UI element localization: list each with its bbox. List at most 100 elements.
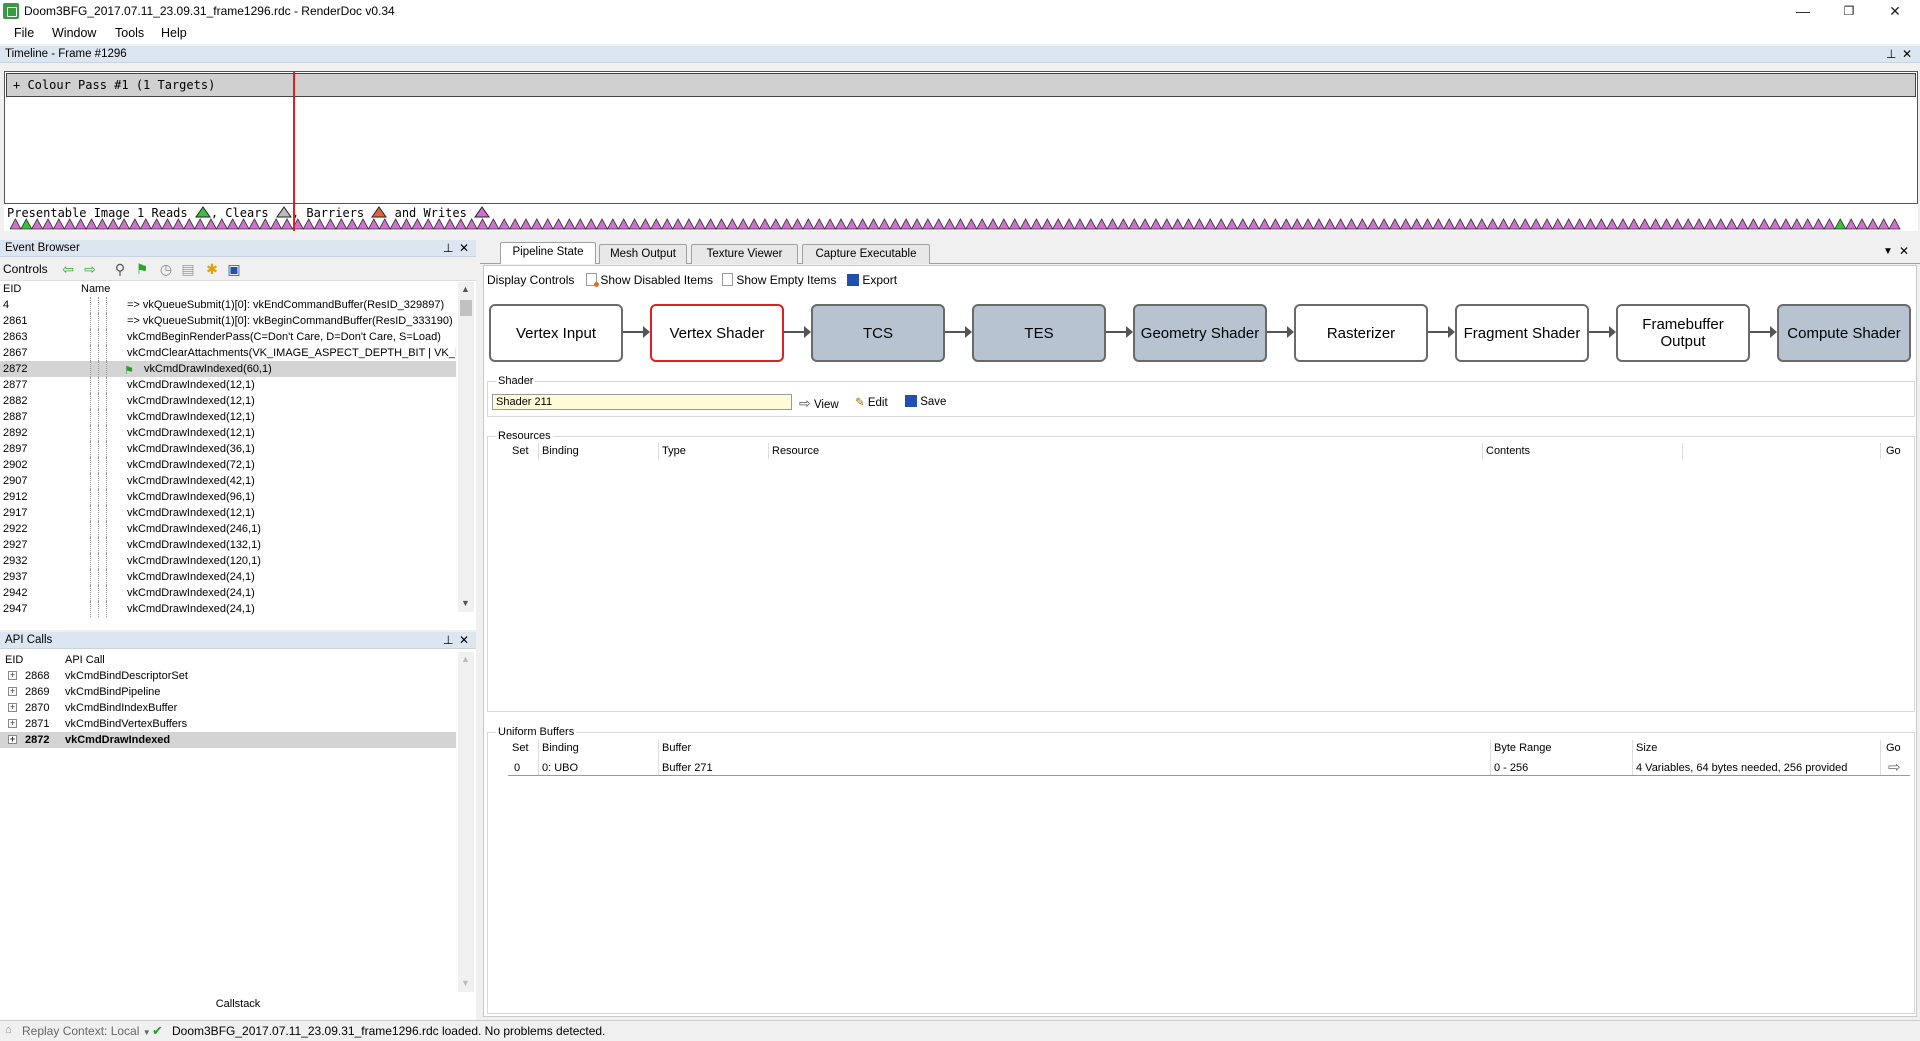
ubo-col-go[interactable]: Go bbox=[1886, 742, 1901, 754]
expand-plus-icon[interactable]: + bbox=[8, 735, 17, 744]
expand-plus-icon[interactable]: + bbox=[8, 687, 17, 696]
menu-file[interactable]: File bbox=[14, 26, 34, 40]
tab-mesh-output[interactable]: Mesh Output bbox=[599, 244, 687, 264]
event-row[interactable]: 2927 vkCmdDrawIndexed(132,1) bbox=[0, 537, 456, 553]
ubo-col-size[interactable]: Size bbox=[1636, 742, 1657, 754]
scroll-up-icon[interactable]: ▲ bbox=[461, 654, 470, 664]
event-row[interactable]: 2892 vkCmdDrawIndexed(12,1) bbox=[0, 425, 456, 441]
event-row[interactable]: 2907 vkCmdDrawIndexed(42,1) bbox=[0, 473, 456, 489]
close-icon[interactable]: ✕ bbox=[1902, 46, 1912, 63]
current-event-marker[interactable] bbox=[293, 71, 295, 231]
ubo-row[interactable]: 0 0: UBO Buffer 271 0 - 256 4 Variables, 64 … bbox=[508, 758, 1910, 776]
stage-fragment-shader[interactable]: Fragment Shader bbox=[1455, 304, 1589, 362]
forward-arrow-icon[interactable]: ⇨ bbox=[82, 261, 98, 277]
resources-col-resource[interactable]: Resource bbox=[772, 445, 819, 457]
name-column-header[interactable]: Name bbox=[81, 283, 110, 295]
show-disabled-toggle[interactable]: Show Disabled Items bbox=[586, 273, 713, 287]
back-arrow-icon[interactable]: ⇦ bbox=[60, 261, 76, 277]
event-row[interactable]: 4 => vkQueueSubmit(1)[0]: vkEndCommandBuf… bbox=[0, 297, 456, 313]
stage-geometry-shader[interactable]: Geometry Shader bbox=[1133, 304, 1267, 362]
ubo-col-buffer[interactable]: Buffer bbox=[662, 742, 691, 754]
stage-vertex-shader[interactable]: Vertex Shader bbox=[650, 304, 784, 362]
stage-framebuffer-output[interactable]: Framebuffer Output bbox=[1616, 304, 1750, 362]
menu-window[interactable]: Window bbox=[52, 26, 96, 40]
event-row[interactable]: 2942 vkCmdDrawIndexed(24,1) bbox=[0, 585, 456, 601]
api-call-row[interactable]: +2868 vkCmdBindDescriptorSet bbox=[0, 668, 456, 684]
find-icon[interactable]: ⚲ bbox=[112, 261, 128, 277]
resources-col-contents[interactable]: Contents bbox=[1486, 445, 1530, 457]
clock-icon[interactable]: ◷ bbox=[158, 261, 174, 277]
show-empty-toggle[interactable]: Show Empty Items bbox=[722, 273, 836, 287]
tab-texture-viewer[interactable]: Texture Viewer bbox=[691, 244, 798, 264]
scroll-down-icon[interactable]: ▼ bbox=[461, 598, 470, 608]
event-row[interactable]: 2863 vkCmdBeginRenderPass(C=Don't Care, D… bbox=[0, 329, 456, 345]
shader-name-field[interactable]: Shader 211 bbox=[492, 394, 792, 410]
event-row[interactable]: 2912 vkCmdDrawIndexed(96,1) bbox=[0, 489, 456, 505]
api-list-scrollbar[interactable]: ▲ ▼ bbox=[458, 652, 474, 992]
close-button[interactable]: ✕ bbox=[1872, 0, 1918, 22]
minimize-button[interactable]: — bbox=[1780, 0, 1826, 22]
event-row[interactable]: 2947 vkCmdDrawIndexed(24,1) bbox=[0, 601, 456, 617]
menu-help[interactable]: Help bbox=[161, 26, 187, 40]
eid-column-header[interactable]: EID bbox=[3, 283, 21, 295]
tab-close-icon[interactable]: ✕ bbox=[1899, 244, 1909, 258]
resources-col-set[interactable]: Set bbox=[512, 445, 529, 457]
replay-context-dropdown[interactable]: Replay Context: Local ▼ bbox=[22, 1024, 151, 1038]
event-row[interactable]: 2902 vkCmdDrawIndexed(72,1) bbox=[0, 457, 456, 473]
pin-icon[interactable]: ⊥ bbox=[443, 632, 453, 649]
expand-plus-icon[interactable]: + bbox=[8, 703, 17, 712]
bookmark-icon[interactable]: ⚑ bbox=[134, 261, 150, 277]
event-list-scrollbar[interactable]: ▲ ▼ bbox=[458, 282, 474, 612]
stage-compute-shader[interactable]: Compute Shader bbox=[1777, 304, 1911, 362]
resources-col-binding[interactable]: Binding bbox=[542, 445, 579, 457]
api-call-row[interactable]: +2870 vkCmdBindIndexBuffer bbox=[0, 700, 456, 716]
api-eid-column-header[interactable]: EID bbox=[5, 654, 23, 666]
document-icon[interactable]: ▤ bbox=[180, 261, 196, 277]
event-row[interactable]: 2882 vkCmdDrawIndexed(12,1) bbox=[0, 393, 456, 409]
api-call-row[interactable]: +2872 vkCmdDrawIndexed bbox=[0, 732, 456, 748]
resources-col-go[interactable]: Go bbox=[1886, 445, 1901, 457]
pin-icon[interactable]: ⊥ bbox=[1886, 46, 1896, 63]
api-call-column-header[interactable]: API Call bbox=[65, 654, 105, 666]
close-icon[interactable]: ✕ bbox=[459, 240, 469, 257]
menu-tools[interactable]: Tools bbox=[115, 26, 144, 40]
ubo-col-set[interactable]: Set bbox=[512, 742, 529, 754]
event-row[interactable]: 2917 vkCmdDrawIndexed(12,1) bbox=[0, 505, 456, 521]
event-row[interactable]: 2922 vkCmdDrawIndexed(246,1) bbox=[0, 521, 456, 537]
view-shader-button[interactable]: ⇨ View bbox=[799, 395, 839, 412]
api-call-row[interactable]: +2871 vkCmdBindVertexBuffers bbox=[0, 716, 456, 732]
stage-tcs[interactable]: TCS bbox=[811, 304, 945, 362]
event-row[interactable]: 2932 vkCmdDrawIndexed(120,1) bbox=[0, 553, 456, 569]
close-icon[interactable]: ✕ bbox=[459, 632, 469, 649]
ubo-col-binding[interactable]: Binding bbox=[542, 742, 579, 754]
tab-pipeline-state[interactable]: Pipeline State bbox=[500, 242, 596, 264]
edit-shader-button[interactable]: ✎ Edit bbox=[855, 395, 888, 409]
scroll-thumb[interactable] bbox=[460, 300, 472, 316]
scroll-up-icon[interactable]: ▲ bbox=[461, 284, 470, 294]
stage-rasterizer[interactable]: Rasterizer bbox=[1294, 304, 1428, 362]
tab-capture-executable[interactable]: Capture Executable bbox=[802, 244, 930, 264]
resources-col-type[interactable]: Type bbox=[662, 445, 686, 457]
event-row[interactable]: 2897 vkCmdDrawIndexed(36,1) bbox=[0, 441, 456, 457]
expand-plus-icon[interactable]: + bbox=[8, 719, 17, 728]
api-call-row[interactable]: +2869 vkCmdBindPipeline bbox=[0, 684, 456, 700]
event-row[interactable]: 2887 vkCmdDrawIndexed(12,1) bbox=[0, 409, 456, 425]
export-button[interactable]: Export bbox=[847, 273, 897, 287]
save-icon[interactable]: ▣ bbox=[226, 261, 242, 277]
save-shader-button[interactable]: Save bbox=[905, 395, 946, 408]
scroll-down-icon[interactable]: ▼ bbox=[461, 978, 470, 988]
expand-plus-icon[interactable]: + bbox=[8, 671, 17, 680]
event-row[interactable]: 2877 vkCmdDrawIndexed(12,1) bbox=[0, 377, 456, 393]
event-row[interactable]: 2872 ⚑ vkCmdDrawIndexed(60,1) bbox=[0, 361, 456, 377]
event-row[interactable]: 2937 vkCmdDrawIndexed(24,1) bbox=[0, 569, 456, 585]
event-row[interactable]: 2861 => vkQueueSubmit(1)[0]: vkBeginComma… bbox=[0, 313, 456, 329]
callstack-label[interactable]: Callstack bbox=[0, 998, 476, 1010]
tab-dropdown-icon[interactable]: ▼ bbox=[1883, 246, 1893, 257]
stage-tes[interactable]: TES bbox=[972, 304, 1106, 362]
go-arrow-icon[interactable]: ⇨ bbox=[1888, 758, 1901, 776]
pin-icon[interactable]: ⊥ bbox=[443, 240, 453, 257]
highlight-icon[interactable]: ✱ bbox=[204, 261, 220, 277]
stage-vertex-input[interactable]: Vertex Input bbox=[489, 304, 623, 362]
event-row[interactable]: 2867 vkCmdClearAttachments(VK_IMAGE_ASPEC… bbox=[0, 345, 456, 361]
ubo-col-byte-range[interactable]: Byte Range bbox=[1494, 742, 1551, 754]
